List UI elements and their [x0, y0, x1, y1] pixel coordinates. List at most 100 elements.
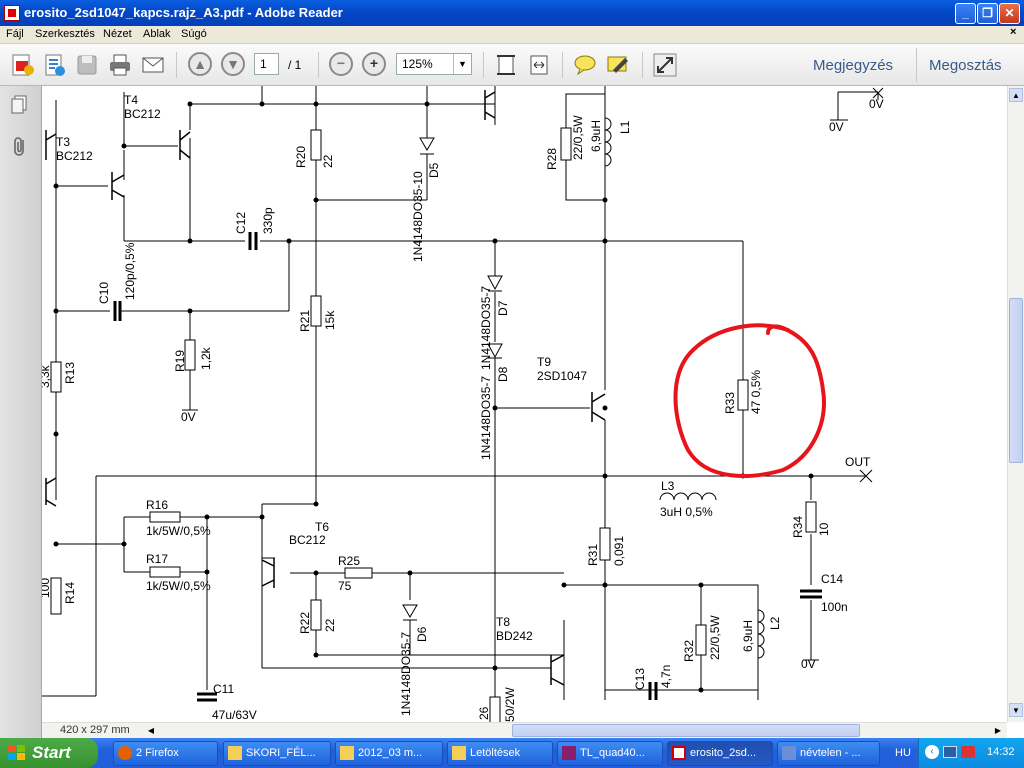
close-button[interactable]: ✕ [999, 3, 1020, 24]
label-r22: R22 [298, 612, 312, 634]
vertical-scrollbar[interactable]: ▲ ▼ [1007, 86, 1024, 722]
full-screen-icon[interactable] [652, 52, 678, 78]
email-icon[interactable] [140, 52, 166, 78]
label-t4-type: BC212 [124, 107, 161, 121]
fit-width-icon[interactable] [526, 52, 552, 78]
label-t8: T8 [496, 615, 510, 629]
comment-link[interactable]: Megjegyzés [813, 57, 893, 74]
label-c10: C10 [97, 282, 111, 304]
label-r21-value: 15k [323, 310, 337, 330]
minimize-button[interactable]: _ [955, 3, 976, 24]
fit-page-icon[interactable] [493, 52, 519, 78]
save-icon[interactable] [74, 52, 100, 78]
label-d6: D6 [415, 626, 429, 642]
paint-icon [782, 746, 796, 760]
resistor-r14 [50, 577, 62, 615]
attachments-paperclip-icon[interactable] [10, 136, 30, 158]
page-total-label: / 1 [288, 58, 302, 72]
taskbar-item-firefox[interactable]: 2 Firefox [113, 741, 218, 766]
taskbar-item-downloads[interactable]: Letöltések [447, 741, 553, 766]
system-tray: ‹ 14:32 [918, 738, 1024, 768]
label-c13: C13 [633, 668, 647, 690]
label-r25-value: 75 [338, 579, 352, 593]
taskbar-item-label: névtelen - ... [800, 747, 861, 759]
vertical-scroll-thumb[interactable] [1009, 298, 1023, 463]
menu-file[interactable]: Fájl [6, 28, 24, 40]
maximize-button[interactable]: ❐ [977, 3, 998, 24]
resistor-r31 [599, 527, 611, 561]
menu-close-doc-icon[interactable]: × [1010, 26, 1016, 38]
next-page-button[interactable]: ▼ [221, 52, 245, 76]
label-t4: T4 [124, 93, 138, 107]
label-r16-value: 1k/5W/0,5% [146, 524, 211, 538]
scroll-left-arrow-icon[interactable]: ◀ [144, 724, 158, 737]
taskbar: Start 2 Firefox SKORI_FÉL... 2012_03 m..… [0, 738, 1024, 768]
create-pdf-icon[interactable] [9, 52, 35, 78]
taskbar-item-paint[interactable]: névtelen - ... [777, 741, 880, 766]
tray-expand-icon[interactable]: ‹ [925, 745, 939, 759]
page-size-label: 420 x 297 mm [42, 722, 142, 738]
label-r17-value: 1k/5W/0,5% [146, 579, 211, 593]
print-icon[interactable] [107, 52, 133, 78]
taskbar-item-folder-1[interactable]: SKORI_FÉL... [223, 741, 331, 766]
label-r20-value: 22 [321, 154, 335, 168]
label-r17: R17 [146, 552, 168, 566]
archive-icon [562, 746, 576, 760]
taskbar-item-label: 2012_03 m... [358, 747, 423, 759]
horizontal-scrollbar[interactable]: ◀ ▶ [142, 722, 1007, 738]
share-link[interactable]: Megosztás [929, 57, 1002, 74]
resistor-r17 [149, 566, 181, 578]
zoom-level-select[interactable]: 125% ▼ [396, 53, 472, 75]
edit-document-icon[interactable] [41, 52, 67, 78]
taskbar-item-winrar[interactable]: TL_quad40... [557, 741, 663, 766]
scroll-up-arrow-icon[interactable]: ▲ [1009, 88, 1023, 102]
label-r20: R20 [294, 146, 308, 168]
pages-icon[interactable] [10, 94, 30, 114]
menu-edit[interactable]: Szerkesztés [35, 28, 95, 40]
menu-view[interactable]: Nézet [103, 28, 132, 40]
highlight-text-icon[interactable] [605, 52, 631, 78]
chevron-down-icon[interactable]: ▼ [453, 54, 471, 74]
menu-help[interactable]: Súgó [181, 28, 207, 40]
label-c12-value: 330p [261, 207, 275, 234]
label-r28: R28 [545, 148, 559, 170]
scroll-down-arrow-icon[interactable]: ▼ [1009, 703, 1023, 717]
sticky-note-icon[interactable] [572, 52, 598, 78]
taskbar-item-folder-2[interactable]: 2012_03 m... [335, 741, 443, 766]
network-icon[interactable] [943, 746, 957, 758]
label-r25: R25 [338, 554, 360, 568]
document-view[interactable]: T4 BC212 T3 BC212 R20 22 D5 1N4148DO35-1… [42, 86, 1007, 722]
folder-icon [452, 746, 466, 760]
label-r21: R21 [298, 310, 312, 332]
label-d7: D7 [496, 300, 510, 316]
label-t3: T3 [56, 135, 70, 149]
label-t6-type: BC212 [289, 533, 326, 547]
previous-page-button[interactable]: ▲ [188, 52, 212, 76]
label-t8-type: BD242 [496, 629, 533, 643]
label-d6-type: 1N4148DO35-7 [399, 632, 413, 716]
language-indicator[interactable]: HU [895, 747, 911, 759]
label-c13-value: 4,7n [659, 665, 673, 688]
taskbar-item-adobe-reader[interactable]: erosito_2sd... [667, 741, 773, 766]
scroll-right-arrow-icon[interactable]: ▶ [991, 724, 1005, 737]
security-icon[interactable] [961, 746, 975, 758]
windows-flag-icon [8, 745, 25, 760]
label-r13: R13 [63, 362, 77, 384]
zoom-out-button[interactable]: − [329, 52, 353, 76]
label-c11: C11 [213, 682, 234, 696]
menu-bar: Fájl Szerkesztés Nézet Ablak Súgó × [0, 26, 1024, 44]
zoom-level-value: 125% [402, 57, 433, 71]
horizontal-scroll-thumb[interactable] [512, 724, 860, 737]
resistors [50, 127, 817, 722]
resistor-r33 [737, 379, 749, 411]
adobe-reader-icon [4, 5, 20, 21]
taskbar-item-label: Letöltések [470, 747, 521, 759]
menu-window[interactable]: Ablak [143, 28, 171, 40]
start-button[interactable]: Start [0, 738, 98, 768]
toolbar: ▲ ▼ 1 / 1 − + 125% ▼ Megjegyzés Megosztás [0, 44, 1024, 86]
taskbar-item-label: 2 Firefox [136, 747, 179, 759]
schematic-drawing: T4 BC212 T3 BC212 R20 22 D5 1N4148DO35-1… [42, 86, 884, 722]
label-l1-value: 6,9uH [589, 120, 603, 152]
page-number-input[interactable]: 1 [254, 53, 279, 75]
zoom-in-button[interactable]: + [362, 52, 386, 76]
